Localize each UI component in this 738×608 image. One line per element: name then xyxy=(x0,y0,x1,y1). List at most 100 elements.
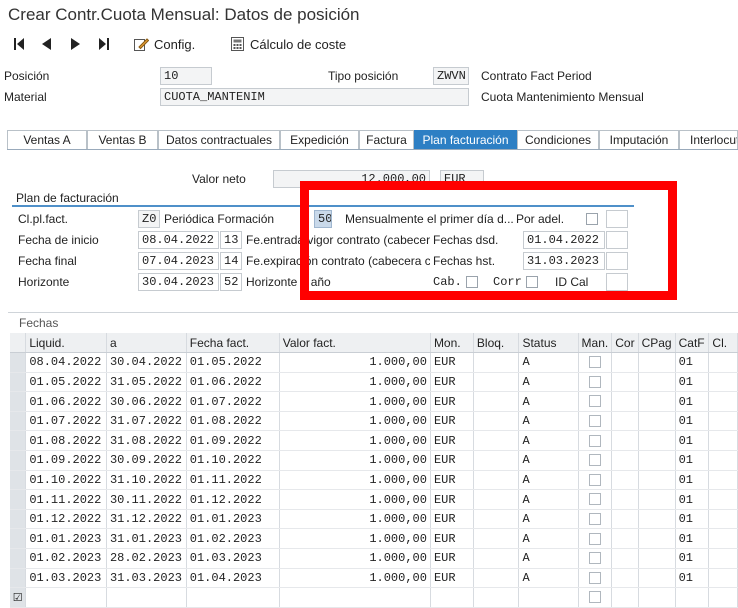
table-row[interactable]: 01.09.2022 30.09.2022 01.10.2022 1.000,00 EU… xyxy=(10,450,738,471)
column-header[interactable]: CatF xyxy=(675,333,710,354)
tab-plan-facturacion[interactable]: Plan facturación xyxy=(414,130,517,149)
calculo-coste-button[interactable]: Cálculo de coste xyxy=(230,30,346,58)
table-row[interactable]: 01.07.2022 31.07.2022 01.08.2022 1.000,00 EU… xyxy=(10,411,738,432)
empty-cell[interactable] xyxy=(186,587,280,608)
cpag-cell[interactable] xyxy=(638,450,676,471)
bloqueo-cell[interactable] xyxy=(473,411,520,432)
table-row[interactable]: 01.01.2023 31.01.2023 01.02.2023 1.000,00 EU… xyxy=(10,528,738,550)
row-selector[interactable] xyxy=(10,470,27,491)
catf-cell[interactable]: 01 xyxy=(675,430,710,452)
fecha-fact-cell[interactable]: 01.09.2022 xyxy=(186,430,280,452)
catf-cell[interactable]: 01 xyxy=(675,548,710,569)
manual-cell[interactable] xyxy=(578,372,613,393)
row-selector[interactable] xyxy=(10,391,27,412)
bloqueo-cell[interactable] xyxy=(473,489,520,510)
cpag-cell[interactable] xyxy=(638,489,676,510)
column-header[interactable]: Status xyxy=(518,333,579,354)
corr-cell[interactable] xyxy=(611,391,639,412)
table-row[interactable]: 01.06.2022 30.06.2022 01.07.2022 1.000,00 EU… xyxy=(10,391,738,412)
hasta-cell[interactable]: 31.08.2022 xyxy=(106,430,187,452)
empty-cell[interactable] xyxy=(611,587,639,608)
cpag-cell[interactable] xyxy=(638,568,676,589)
row-selector[interactable] xyxy=(10,489,27,510)
moneda-cell[interactable]: EUR xyxy=(430,489,474,510)
empty-cell[interactable] xyxy=(430,587,474,608)
row-checkbox[interactable] xyxy=(588,552,601,565)
hasta-cell[interactable]: 31.01.2023 xyxy=(106,528,187,550)
cpag-cell[interactable] xyxy=(638,548,676,569)
liquid-cell[interactable]: 08.04.2022 xyxy=(25,352,107,373)
fecha-fact-cell[interactable]: 01.08.2022 xyxy=(186,411,280,432)
corr-cell[interactable] xyxy=(611,509,639,530)
manual-cell[interactable] xyxy=(578,352,613,373)
table-row[interactable]: 01.11.2022 30.11.2022 01.12.2022 1.000,00 EU… xyxy=(10,489,738,510)
liquid-cell[interactable]: 01.11.2022 xyxy=(25,489,107,510)
table-row[interactable]: 01.08.2022 31.08.2022 01.09.2022 1.000,00 EU… xyxy=(10,430,738,452)
manual-cell[interactable] xyxy=(578,430,613,452)
hasta-cell[interactable]: 31.12.2022 xyxy=(106,509,187,530)
cpag-cell[interactable] xyxy=(638,411,676,432)
cl-cell[interactable] xyxy=(708,568,738,589)
moneda-cell[interactable]: EUR xyxy=(430,509,474,530)
fecha-fact-cell[interactable]: 01.11.2022 xyxy=(186,470,280,491)
tipo-posicion-field[interactable]: ZWVN xyxy=(433,67,469,85)
row-checkbox[interactable] xyxy=(588,532,601,545)
empty-cell[interactable] xyxy=(279,587,431,608)
cpag-cell[interactable] xyxy=(638,470,676,491)
catf-cell[interactable]: 01 xyxy=(675,352,710,373)
posicion-field[interactable]: 10 xyxy=(160,67,212,85)
empty-cell[interactable] xyxy=(106,587,187,608)
row-checkbox[interactable] xyxy=(588,375,601,388)
row-checkbox[interactable] xyxy=(588,434,601,447)
empty-cell[interactable] xyxy=(25,587,107,608)
corr-cell[interactable] xyxy=(611,372,639,393)
fecha-fact-cell[interactable]: 01.04.2023 xyxy=(186,568,280,589)
liquid-cell[interactable]: 01.02.2023 xyxy=(25,548,107,569)
bloqueo-cell[interactable] xyxy=(473,391,520,412)
empty-cell[interactable] xyxy=(708,587,738,608)
table-row[interactable]: 01.05.2022 31.05.2022 01.06.2022 1.000,00 EU… xyxy=(10,372,738,393)
row-selector[interactable] xyxy=(10,509,27,530)
row-checkbox[interactable] xyxy=(588,395,601,408)
valor-fact-cell[interactable]: 1.000,00 xyxy=(279,430,431,452)
row-selector[interactable] xyxy=(10,352,27,373)
cl-cell[interactable] xyxy=(708,352,738,373)
last-record-icon[interactable] xyxy=(98,30,110,58)
empty-cell[interactable] xyxy=(518,587,579,608)
valor-fact-cell[interactable]: 1.000,00 xyxy=(279,411,431,432)
liquid-cell[interactable]: 01.01.2023 xyxy=(25,528,107,550)
tab-interlocutores[interactable]: Interlocut xyxy=(679,130,738,149)
cl-cell[interactable] xyxy=(708,548,738,569)
catf-cell[interactable]: 01 xyxy=(675,509,710,530)
hasta-cell[interactable]: 31.03.2023 xyxy=(106,568,187,589)
row-selector[interactable] xyxy=(10,528,27,550)
corr-cell[interactable] xyxy=(611,411,639,432)
catf-cell[interactable]: 01 xyxy=(675,411,710,432)
cl-cell[interactable] xyxy=(708,391,738,412)
row-selector[interactable]: ☑ xyxy=(10,587,27,608)
first-record-icon[interactable] xyxy=(13,30,25,58)
table-row[interactable]: 01.03.2023 31.03.2023 01.04.2023 1.000,00 EU… xyxy=(10,568,738,589)
row-checkbox[interactable] xyxy=(588,473,601,486)
manual-cell[interactable] xyxy=(578,391,613,412)
table-row[interactable]: 01.10.2022 31.10.2022 01.11.2022 1.000,00 EU… xyxy=(10,470,738,491)
row-selector-header[interactable] xyxy=(10,333,27,354)
previous-record-icon[interactable] xyxy=(40,30,52,58)
manual-cell[interactable] xyxy=(578,568,613,589)
table-row[interactable]: 01.02.2023 28.02.2023 01.03.2023 1.000,00 EU… xyxy=(10,548,738,569)
cpag-cell[interactable] xyxy=(638,528,676,550)
valor-fact-cell[interactable]: 1.000,00 xyxy=(279,470,431,491)
row-checkbox[interactable] xyxy=(588,454,601,467)
table-row-empty[interactable]: ☑ xyxy=(10,587,738,608)
bloqueo-cell[interactable] xyxy=(473,548,520,569)
hasta-cell[interactable]: 30.11.2022 xyxy=(106,489,187,510)
next-record-icon[interactable] xyxy=(70,30,82,58)
valor-fact-cell[interactable]: 1.000,00 xyxy=(279,352,431,373)
catf-cell[interactable]: 01 xyxy=(675,372,710,393)
column-header[interactable]: Cor xyxy=(611,333,639,354)
cl-cell[interactable] xyxy=(708,489,738,510)
empty-cell[interactable] xyxy=(675,587,710,608)
manual-cell[interactable] xyxy=(578,548,613,569)
cl-pl-fact-field[interactable]: Z0 xyxy=(138,210,160,228)
column-header[interactable]: CPag xyxy=(638,333,676,354)
